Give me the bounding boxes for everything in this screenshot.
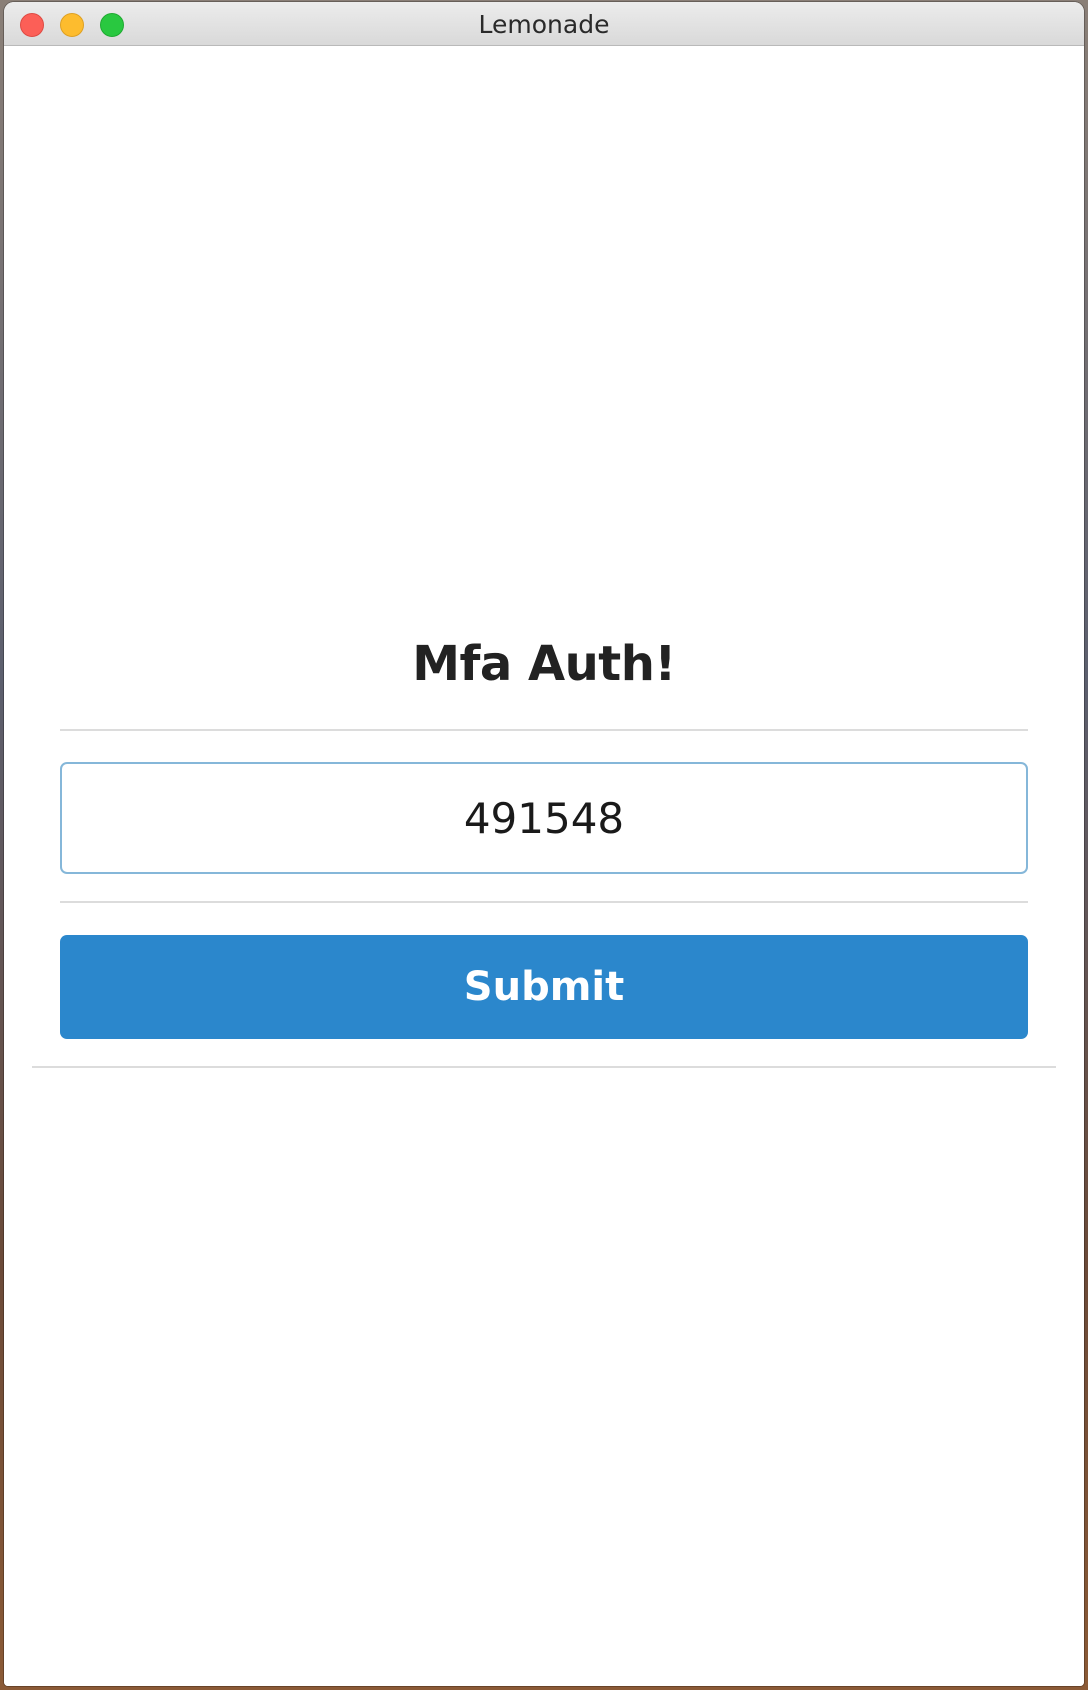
page-title: Mfa Auth! — [412, 636, 676, 692]
divider-top — [60, 729, 1028, 731]
app-window: Lemonade Mfa Auth! Submit — [4, 2, 1084, 1686]
mfa-code-input[interactable] — [60, 762, 1028, 874]
window-title: Lemonade — [478, 10, 610, 39]
divider-bottom — [32, 1066, 1056, 1068]
submit-button[interactable]: Submit — [60, 935, 1028, 1039]
divider-middle — [60, 901, 1028, 903]
title-bar[interactable]: Lemonade — [4, 2, 1084, 46]
main-content: Mfa Auth! Submit — [4, 46, 1084, 1686]
